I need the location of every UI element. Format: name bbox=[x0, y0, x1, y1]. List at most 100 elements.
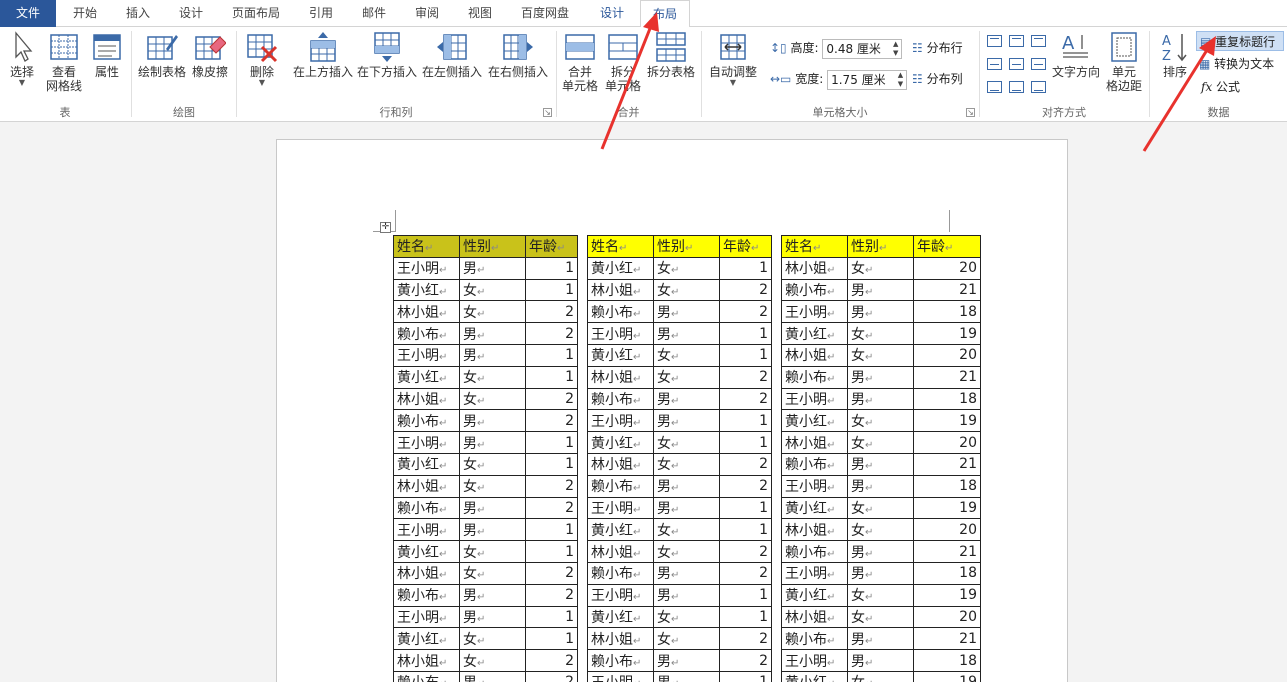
merge-cells-button[interactable]: 合并 单元格 bbox=[560, 31, 600, 93]
table-cell[interactable]: 18 bbox=[913, 474, 981, 498]
table-cell[interactable]: 1 bbox=[525, 540, 578, 563]
table-cell[interactable]: 王小明↵ bbox=[393, 343, 460, 367]
table-row[interactable]: 王小明↵ 男↵ 18 bbox=[781, 387, 981, 411]
table-cell[interactable]: 黄小红↵ bbox=[587, 431, 654, 454]
table-cell[interactable]: 21 bbox=[913, 627, 981, 651]
table-cell[interactable]: 黄小红↵ bbox=[587, 343, 654, 367]
table-row[interactable]: 赖小布↵男↵2 bbox=[587, 387, 772, 411]
table-cell[interactable]: 女↵ bbox=[653, 518, 720, 542]
row-height-input[interactable]: 0.48 厘米 ▲ ▼ bbox=[822, 38, 903, 59]
table-cell[interactable]: 女↵ bbox=[847, 496, 914, 520]
table-cell[interactable]: 女↵ bbox=[653, 343, 720, 367]
table-cell[interactable]: 林小姐↵ bbox=[393, 300, 460, 324]
tab-baidu-netdisk[interactable]: 百度网盘 bbox=[512, 0, 578, 27]
table-cell[interactable]: 女↵ bbox=[459, 278, 526, 302]
table-cell[interactable]: 林小姐↵ bbox=[587, 365, 654, 389]
table-row[interactable]: 王小明↵ 男↵ 18 bbox=[781, 649, 981, 672]
table-cell[interactable]: 林小姐↵ bbox=[781, 605, 848, 629]
table-cell[interactable]: 林小姐↵ bbox=[587, 278, 654, 302]
table-cell[interactable]: 20 bbox=[913, 431, 981, 454]
table-row[interactable]: 林小姐↵ 女↵ 20 bbox=[781, 343, 981, 367]
table-cell[interactable]: 1 bbox=[719, 583, 772, 607]
split-cells-button[interactable]: 拆分 单元格 bbox=[603, 31, 643, 93]
table-cell[interactable]: 女↵ bbox=[653, 431, 720, 454]
table-cell[interactable]: 男↵ bbox=[653, 649, 720, 672]
tab-file[interactable]: 文件 bbox=[0, 0, 56, 27]
table-cell[interactable]: 王小明↵ bbox=[781, 561, 848, 585]
table-cell[interactable]: 赖小布↵ bbox=[393, 496, 460, 520]
table-column-2[interactable]: 姓名↵ 性别↵ 年龄↵ 黄小红↵ 女↵ 1 林小姐↵ 女↵ 2 赖小布↵ 男↵ 2 王小明↵ 男↵ 1 黄小红… bbox=[587, 235, 772, 682]
table-header-cell[interactable]: 年龄↵ bbox=[913, 235, 981, 258]
table-cell[interactable]: 林小姐↵ bbox=[781, 343, 848, 367]
table-cell[interactable]: 男↵ bbox=[847, 278, 914, 302]
table-cell[interactable]: 王小明↵ bbox=[393, 518, 460, 542]
table-cell[interactable]: 18 bbox=[913, 387, 981, 411]
table-cell[interactable]: 男↵ bbox=[847, 561, 914, 585]
table-cell[interactable]: 女↵ bbox=[653, 256, 720, 280]
table-cell[interactable]: 1 bbox=[525, 452, 578, 476]
table-row[interactable]: 林小姐↵ 女↵ 2 bbox=[587, 278, 772, 302]
tab-insert[interactable]: 插入 bbox=[113, 0, 163, 27]
column-width-input[interactable]: 1.75 厘米 ▲ ▼ bbox=[827, 69, 908, 90]
select-button[interactable]: 选择 ▼ bbox=[4, 31, 40, 87]
table-cell[interactable]: 女↵ bbox=[847, 605, 914, 629]
table-cell[interactable]: 王小明↵ bbox=[393, 256, 460, 280]
table-cell[interactable]: 男↵ bbox=[847, 649, 914, 672]
table-column-3[interactable]: 姓名↵ 性别↵ 年龄↵ 林小姐↵ 女↵ 20 赖小布↵ 男↵ 21 王小明↵ 男↵ 18 黄小红↵ 女↵ 1… bbox=[781, 235, 981, 682]
table-row[interactable]: 赖小布↵男↵2 bbox=[587, 649, 772, 672]
table-cell[interactable]: 男↵ bbox=[653, 474, 720, 498]
align-middle-center-icon[interactable] bbox=[1009, 58, 1024, 70]
table-cell[interactable]: 19 bbox=[913, 670, 981, 682]
table-cell[interactable]: 19 bbox=[913, 409, 981, 433]
table-cell[interactable]: 男↵ bbox=[653, 561, 720, 585]
align-top-left-icon[interactable] bbox=[987, 35, 1002, 47]
table-cell[interactable]: 1 bbox=[525, 627, 578, 651]
table-row[interactable]: 黄小红↵女↵19 bbox=[781, 670, 981, 682]
table-row[interactable]: 黄小红↵ 女↵ 1 bbox=[393, 627, 578, 651]
table-cell[interactable]: 赖小布↵ bbox=[781, 452, 848, 476]
table-cell[interactable]: 黄小红↵ bbox=[393, 627, 460, 651]
tab-page-layout[interactable]: 页面布局 bbox=[222, 0, 290, 27]
table-cell[interactable]: 男↵ bbox=[653, 387, 720, 411]
table-row[interactable]: 林小姐↵ 女↵ 20 bbox=[781, 256, 981, 280]
align-middle-left-icon[interactable] bbox=[987, 58, 1002, 70]
insert-above-button[interactable]: 在上方插入 bbox=[292, 31, 354, 79]
table-cell[interactable]: 2 bbox=[719, 561, 772, 585]
table-row[interactable]: 王小明↵男↵1 bbox=[393, 605, 578, 629]
table-cell[interactable]: 王小明↵ bbox=[781, 387, 848, 411]
table-cell[interactable]: 王小明↵ bbox=[587, 583, 654, 607]
table-cell[interactable]: 王小明↵ bbox=[781, 474, 848, 498]
sort-button[interactable]: AZ 排序 bbox=[1158, 31, 1192, 79]
table-cell[interactable]: 女↵ bbox=[653, 452, 720, 476]
table-row[interactable]: 赖小布↵ 男↵ 21 bbox=[781, 540, 981, 563]
table-row[interactable]: 王小明↵ 男↵ 18 bbox=[781, 561, 981, 585]
table-row[interactable]: 赖小布↵男↵2 bbox=[587, 561, 772, 585]
align-top-center-icon[interactable] bbox=[1009, 35, 1024, 47]
table-cell[interactable]: 18 bbox=[913, 300, 981, 324]
table-cell[interactable]: 赖小布↵ bbox=[781, 627, 848, 651]
table-cell[interactable]: 林小姐↵ bbox=[781, 518, 848, 542]
table-cell[interactable]: 男↵ bbox=[653, 670, 720, 682]
cell-margins-button[interactable]: 单元 格边距 bbox=[1104, 31, 1144, 93]
document-canvas[interactable]: ✛ 姓名↵ 性别↵ 年龄↵ 王小明↵ 男↵ 1 黄小红↵ 女↵ 1 林小姐↵ 女↵ 2 赖小布↵ 男↵ 2 王… bbox=[0, 123, 1287, 682]
insert-right-button[interactable]: 在右侧插入 bbox=[486, 31, 550, 79]
table-cell[interactable]: 赖小布↵ bbox=[587, 474, 654, 498]
table-cell[interactable]: 男↵ bbox=[459, 343, 526, 367]
table-row[interactable]: 黄小红↵ 女↵ 1 bbox=[393, 452, 578, 476]
table-cell[interactable]: 黄小红↵ bbox=[393, 452, 460, 476]
table-cell[interactable]: 男↵ bbox=[459, 583, 526, 607]
draw-table-button[interactable]: 绘制表格 bbox=[136, 31, 188, 79]
table-row[interactable]: 王小明↵男↵1 bbox=[393, 256, 578, 280]
table-cell[interactable]: 男↵ bbox=[459, 496, 526, 520]
table-cell[interactable]: 男↵ bbox=[653, 300, 720, 324]
table-row[interactable]: 林小姐↵ 女↵ 2 bbox=[393, 649, 578, 672]
table-cell[interactable]: 1 bbox=[525, 518, 578, 542]
table-row[interactable]: 赖小布↵男↵2 bbox=[393, 670, 578, 682]
table-cell[interactable]: 女↵ bbox=[459, 474, 526, 498]
table-row[interactable]: 黄小红↵女↵19 bbox=[781, 496, 981, 520]
convert-to-text-button[interactable]: ▦ 转换为文本 bbox=[1199, 54, 1274, 74]
table-header-cell[interactable]: 姓名↵ bbox=[587, 235, 654, 258]
table-cell[interactable]: 2 bbox=[719, 387, 772, 411]
table-row[interactable]: 黄小红↵ 女↵ 1 bbox=[587, 431, 772, 454]
table-cell[interactable]: 21 bbox=[913, 540, 981, 563]
